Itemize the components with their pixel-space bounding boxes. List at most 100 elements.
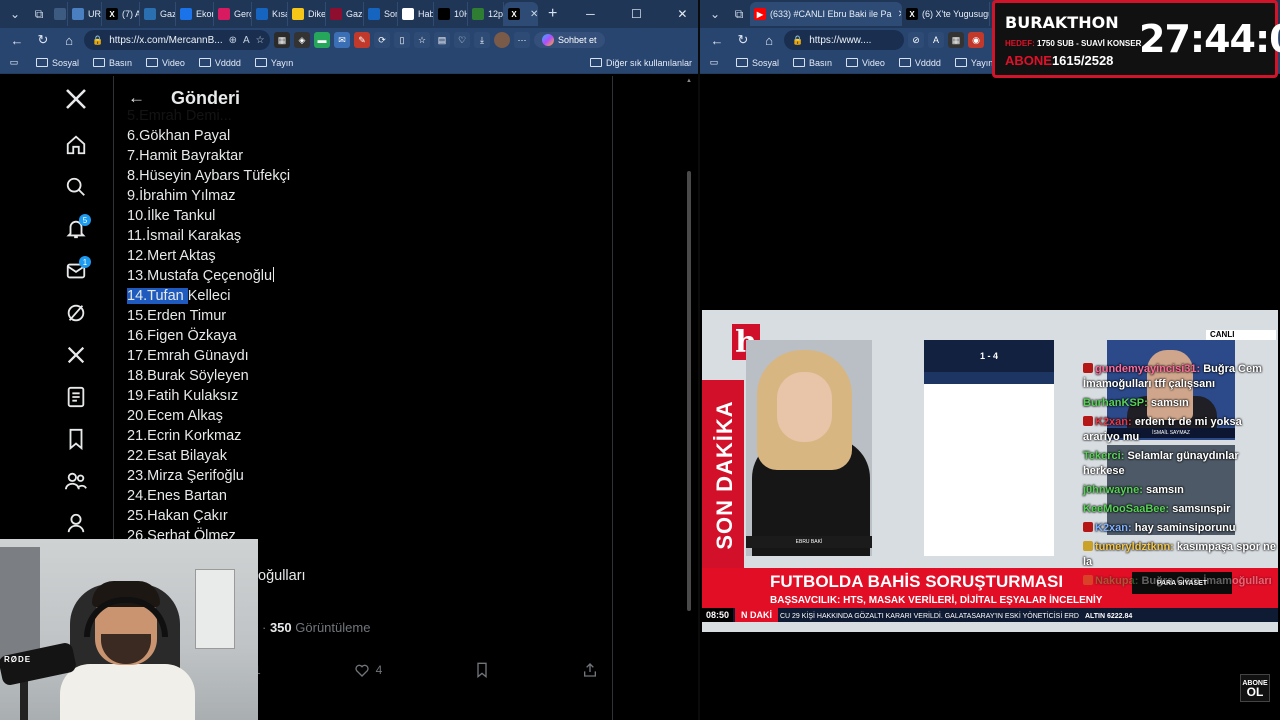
back-icon[interactable]: ←	[706, 33, 728, 48]
browser-essentials-icon[interactable]: ♡	[454, 32, 470, 48]
bookmark-folder[interactable]: Vdddd	[198, 58, 241, 68]
address-bar[interactable]: 🔒 https://www....	[784, 30, 904, 50]
split-screen-icon[interactable]: ▯	[394, 32, 410, 48]
chat-message: gundemyayincisi31: Buğra Cem İmamoğullar…	[1083, 362, 1279, 392]
bookmark-folder[interactable]: Yayın	[254, 58, 293, 68]
browser-tab[interactable]: X(6) X'te Yugusugu✕	[902, 2, 990, 26]
like-button[interactable]: 4	[354, 662, 382, 678]
bookmarks-icon[interactable]	[61, 424, 91, 454]
extension-icon[interactable]: ▦	[274, 32, 290, 48]
downloads-icon[interactable]: ⤓	[474, 32, 490, 48]
post-text-line: 25.Hakan Çakır	[127, 506, 290, 526]
unselected-text: Kelleci	[187, 288, 231, 304]
subscriber-value: 1615/2528	[1051, 53, 1114, 68]
bookmark-app-icon[interactable]: ▭	[6, 55, 22, 71]
post-text-line: 24.Enes Bartan	[127, 486, 290, 506]
browser-tab[interactable]: X (7) A	[102, 2, 140, 26]
browser-tab[interactable]: 12pu	[468, 2, 504, 26]
new-tab-button[interactable]: +	[538, 5, 567, 23]
maximize-button[interactable]: ☐	[613, 0, 659, 28]
browser-tab[interactable]: Hab	[398, 2, 434, 26]
browser-tab[interactable]: URL	[68, 2, 102, 26]
notifications-bell-icon[interactable]: 5	[61, 214, 91, 244]
lists-icon[interactable]	[61, 382, 91, 412]
tab-label: Gerç	[234, 9, 252, 19]
refresh-icon[interactable]: ↻	[32, 32, 54, 48]
bookmark-folder[interactable]: Basın	[793, 58, 832, 68]
browser-tab[interactable]: ▶(633) #CANLI Ebru Baki ile Pa✕	[750, 2, 902, 26]
tab-actions-menu-icon[interactable]: ⌄	[704, 3, 726, 25]
explore-search-icon[interactable]	[61, 172, 91, 202]
extension-icon[interactable]: ⟳	[374, 32, 390, 48]
bookmark-folder[interactable]: Video	[846, 58, 885, 68]
bookmark-folder[interactable]: Yayın	[954, 58, 993, 68]
bookmark-folder[interactable]: Vdddd	[898, 58, 941, 68]
messages-envelope-icon[interactable]: 1	[61, 256, 91, 286]
browser-tab[interactable]: 10H	[434, 2, 468, 26]
browser-tab[interactable]: X ✕	[504, 2, 538, 26]
browser-tab[interactable]: Gerç	[214, 2, 252, 26]
back-arrow-icon[interactable]: ←	[128, 88, 145, 108]
other-bookmarks-folder[interactable]: Diğer sık kullanılanlar	[589, 58, 692, 68]
browser-tab[interactable]: Kısa	[252, 2, 288, 26]
bookmark-folder[interactable]: Sosyal	[736, 58, 779, 68]
favorites-icon[interactable]: ☆	[414, 32, 430, 48]
minimize-button[interactable]: ─	[567, 0, 613, 28]
close-window-button[interactable]: ✕	[659, 0, 698, 28]
bookmark-label: Sosyal	[52, 57, 80, 68]
workspaces-icon[interactable]: ⧉	[728, 3, 750, 25]
browser-tab[interactable]: Dike	[288, 2, 326, 26]
close-tab-icon[interactable]: ✕	[530, 9, 537, 20]
chat-message: Nakupa: Buğra Cem İmamoğulları	[1083, 574, 1279, 589]
goal-value: 1750 SUB - SUAVİ KONSER	[1037, 39, 1142, 48]
grok-icon[interactable]	[61, 298, 91, 328]
scroll-up-arrow-icon[interactable]: ▲	[686, 78, 692, 84]
extension-icon[interactable]: ▬	[314, 32, 330, 48]
profile-avatar[interactable]	[494, 32, 510, 48]
home-icon[interactable]: ⌂	[758, 33, 780, 48]
home-icon[interactable]: ⌂	[58, 33, 80, 48]
x-logo-icon[interactable]	[61, 84, 91, 114]
tab-actions-menu-icon[interactable]: ⌄	[4, 3, 26, 25]
copilot-button[interactable]: Sohbet et	[534, 32, 605, 48]
post-text-line: 17.Emrah Günaydı	[127, 346, 290, 366]
extension-icon[interactable]: A	[928, 32, 944, 48]
refresh-icon[interactable]: ↻	[732, 32, 754, 48]
browser-tab[interactable]: Gaze	[140, 2, 176, 26]
workspaces-icon[interactable]: ⧉	[28, 3, 50, 25]
bookmark-folder[interactable]: Sosyal	[36, 58, 79, 68]
extension-icon[interactable]: ▦	[948, 32, 964, 48]
bookmark-button[interactable]	[475, 662, 489, 678]
bookmark-folder[interactable]: Basın	[93, 58, 132, 68]
browser-tab[interactable]	[50, 2, 68, 26]
read-aloud-icon[interactable]: A	[243, 35, 250, 46]
scrollbar-thumb[interactable]	[687, 171, 691, 611]
post-text-line: 10.İlke Tankul	[127, 206, 290, 226]
zoom-icon[interactable]: ⊕	[229, 35, 237, 46]
browser-tab[interactable]: Ekon	[176, 2, 214, 26]
ticker-text: CU 29 KİŞİ HAKKINDA GÖZALTI KARARI VERİL…	[779, 613, 1079, 620]
more-menu-icon[interactable]: ⋯	[514, 32, 530, 48]
browser-tab[interactable]: Gaze	[326, 2, 364, 26]
bookmark-app-icon[interactable]: ▭	[706, 55, 722, 71]
bookmark-folder[interactable]: Video	[146, 58, 185, 68]
home-icon[interactable]	[61, 130, 91, 160]
extension-icon[interactable]: ◉	[968, 32, 984, 48]
extension-icon[interactable]: ◈	[294, 32, 310, 48]
favorite-star-icon[interactable]: ☆	[256, 35, 265, 46]
extension-icon[interactable]: ⊘	[908, 32, 924, 48]
chat-message: KeeMooSaaBee: samsınspir	[1083, 502, 1279, 517]
page-scrollbar[interactable]: ▲	[686, 76, 692, 720]
browser-tab[interactable]: Son	[364, 2, 398, 26]
address-bar[interactable]: 🔒 https://x.com/MercannB... ⊕ A ☆	[84, 30, 270, 50]
bookmarks-bar: ▭ Sosyal Basın Video Vdddd Yayın Diğer sık k…	[0, 52, 698, 74]
extension-icon[interactable]: ✉	[334, 32, 350, 48]
profile-icon[interactable]	[61, 508, 91, 538]
x-premium-icon[interactable]	[61, 340, 91, 370]
extension-icon[interactable]: ✎	[354, 32, 370, 48]
collections-icon[interactable]: ▤	[434, 32, 450, 48]
back-icon[interactable]: ←	[6, 33, 28, 48]
post-text[interactable]: 5.Emrah Demi...6.Gökhan Payal7.Hamit Bay…	[127, 106, 290, 546]
communities-icon[interactable]	[61, 466, 91, 496]
share-button[interactable]	[582, 662, 598, 678]
